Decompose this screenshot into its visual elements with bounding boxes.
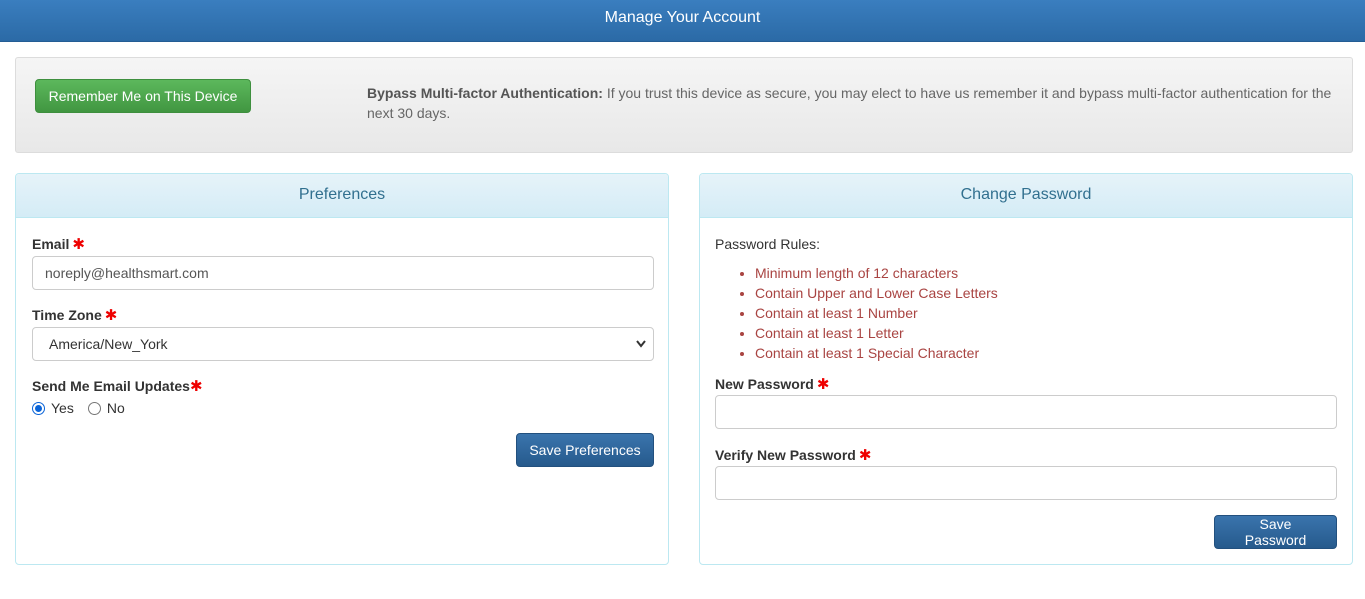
asterisk-icon: ✱ [104,307,118,324]
preferences-panel: Preferences Email ✱ noreply@healthsmart.c… [15,173,669,565]
radio-no-label[interactable]: No [107,400,125,416]
radio-no[interactable] [87,402,101,415]
new-password-field[interactable] [715,395,1337,429]
chevron-down-icon [635,328,647,372]
page-title: Manage Your Account [604,9,761,26]
email-field[interactable]: noreply@healthsmart.com [32,256,654,290]
mfa-banner: Remember Me on This Device Bypass Multi-… [15,57,1353,153]
timezone-select[interactable]: America/New_York [32,327,654,361]
email-label: Email ✱ [32,236,85,253]
password-rules-list: Minimum length of 12 characters Contain … [740,263,998,363]
verify-password-field[interactable] [715,466,1337,500]
radio-yes[interactable] [32,402,45,415]
change-password-panel: Change Password Password Rules: Minimum … [699,173,1353,565]
timezone-value: America/New_York [49,336,168,352]
page-header: Manage Your Account [0,0,1365,42]
remember-device-button[interactable]: Remember Me on This Device [35,79,251,113]
save-preferences-button[interactable]: Save Preferences [516,433,654,467]
save-password-button[interactable]: Save Password [1214,515,1337,549]
email-updates-radio-group: Yes No [32,400,139,416]
email-updates-label: Send Me Email Updates✱ [32,378,203,395]
asterisk-icon: ✱ [72,236,85,253]
mfa-description: Bypass Multi-factor Authentication: If y… [367,83,1342,123]
mfa-bold-label: Bypass Multi-factor Authentication: [367,85,603,101]
password-rule: Contain at least 1 Letter [755,323,998,343]
timezone-label: Time Zone ✱ [32,307,118,324]
password-rules-title: Password Rules: [715,236,821,252]
preferences-heading: Preferences [16,174,668,218]
asterisk-icon: ✱ [816,376,830,393]
new-password-label: New Password ✱ [715,376,830,393]
asterisk-icon: ✱ [189,378,203,395]
password-rule: Minimum length of 12 characters [755,263,998,283]
asterisk-icon: ✱ [858,447,872,464]
verify-password-label: Verify New Password ✱ [715,447,872,464]
radio-yes-label[interactable]: Yes [51,400,74,416]
password-rule: Contain at least 1 Number [755,303,998,323]
password-rule: Contain at least 1 Special Character [755,343,998,363]
password-rule: Contain Upper and Lower Case Letters [755,283,998,303]
change-password-heading: Change Password [700,174,1352,218]
